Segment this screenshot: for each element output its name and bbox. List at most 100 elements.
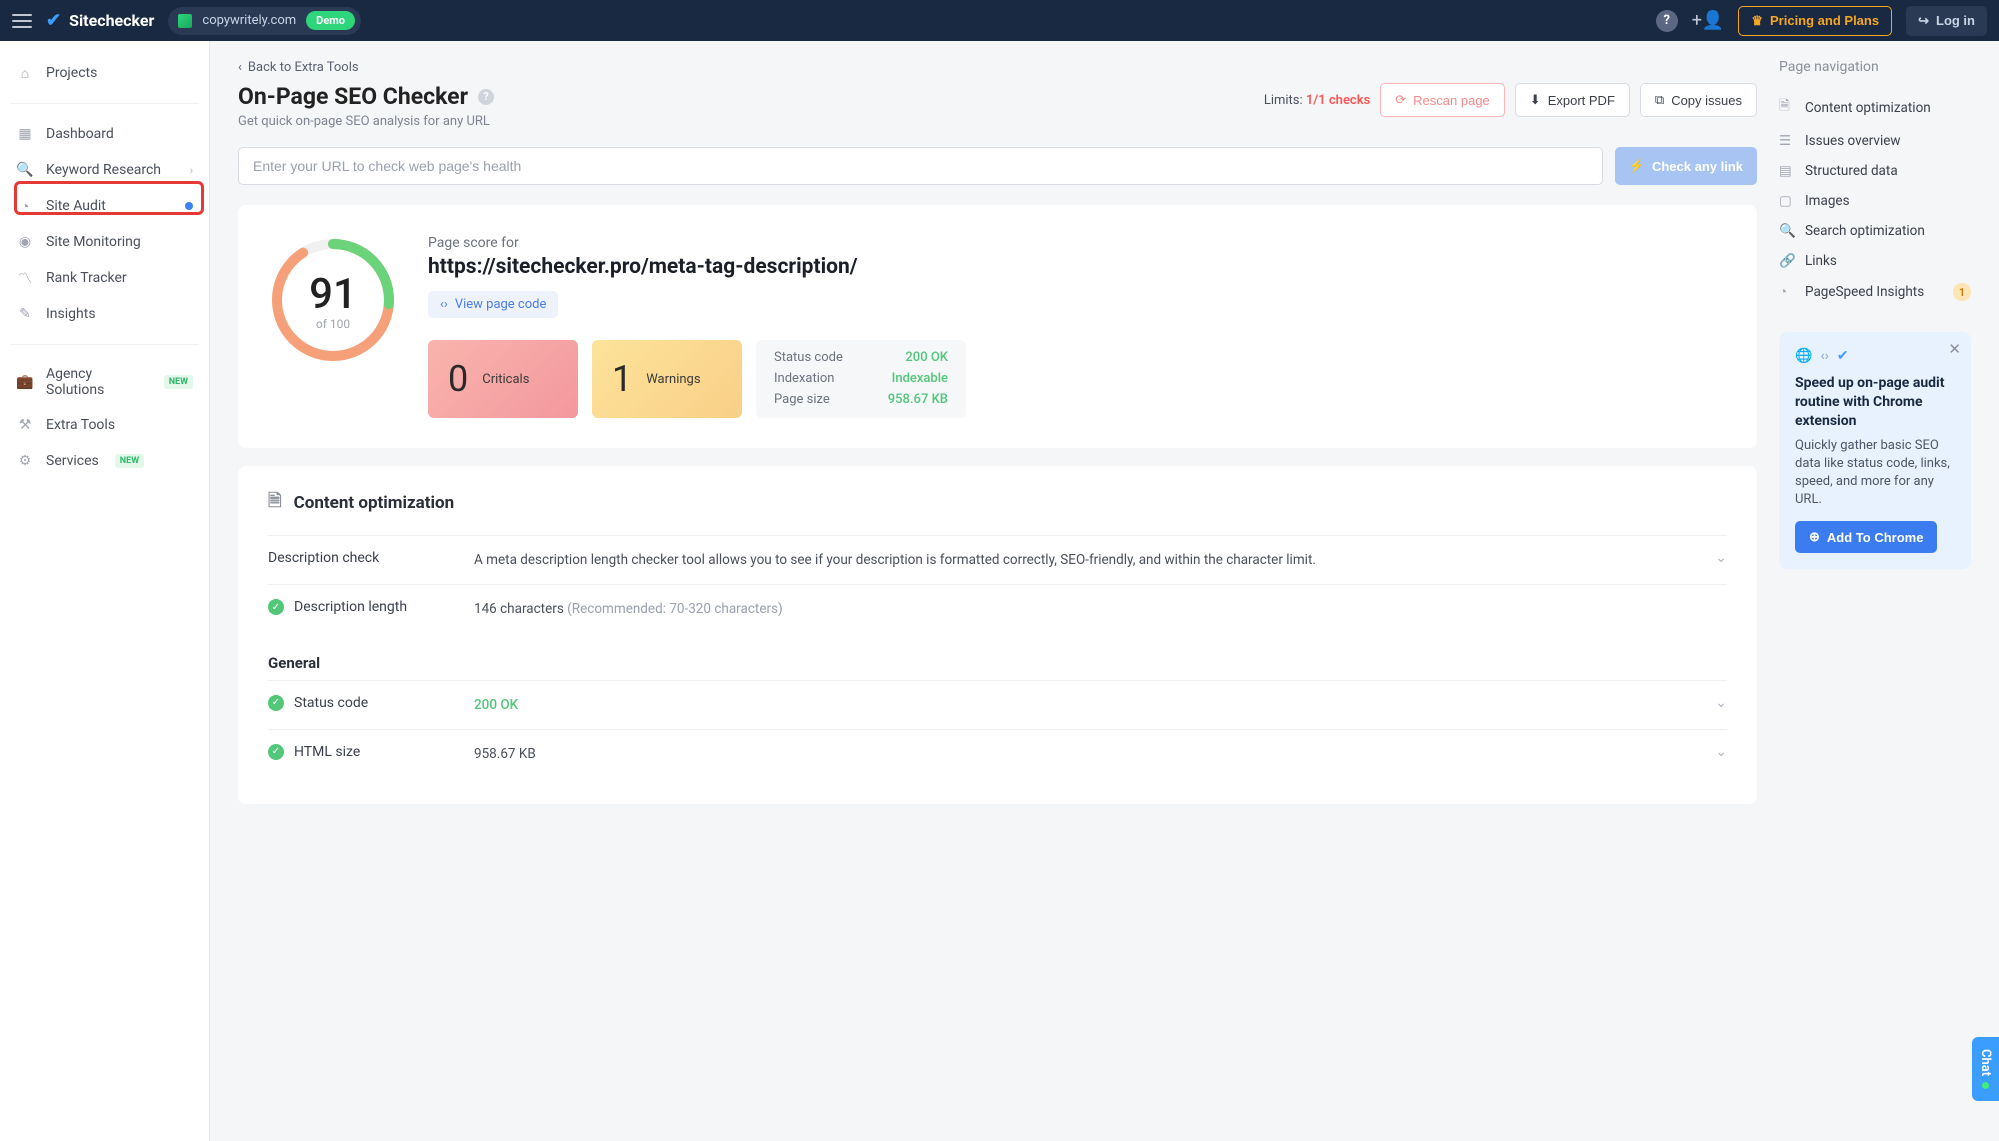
tools-icon: ⚒ — [16, 416, 34, 434]
export-label: Export PDF — [1548, 93, 1615, 108]
chevron-right-icon: › — [190, 164, 193, 177]
chevron-down-icon[interactable]: ⌄ — [1715, 550, 1727, 566]
score-gauge: 91 of 100 — [268, 235, 398, 365]
help-icon[interactable]: ? — [478, 89, 494, 105]
page-nav-search-optimization[interactable]: 🔍Search optimization — [1779, 216, 1971, 246]
page-title: On-Page SEO Checker ? — [238, 83, 494, 110]
document-icon: 🗎 — [268, 488, 282, 517]
add-user-icon[interactable]: +👤 — [1692, 10, 1725, 31]
grid-icon: ▦ — [16, 125, 34, 143]
page-nav-content-optimization[interactable]: 🗎Content optimization — [1779, 89, 1971, 126]
add-chrome-label: Add To Chrome — [1827, 530, 1924, 545]
check-ok-icon: ✓ — [268, 599, 284, 615]
check-value: 958.67 KB — [474, 744, 1689, 764]
pricing-button[interactable]: ♛ Pricing and Plans — [1738, 6, 1892, 36]
page-nav-structured-data[interactable]: ▤Structured data — [1779, 156, 1971, 186]
rescan-button[interactable]: ⟳ Rescan page — [1380, 83, 1505, 117]
link-icon: 🔗 — [1779, 253, 1795, 269]
check-description: A meta description length checker tool a… — [474, 550, 1689, 570]
general-heading: General — [268, 654, 1727, 672]
page-nav-pagespeed[interactable]: ◔PageSpeed Insights1 — [1779, 276, 1971, 308]
sidebar-label: Rank Tracker — [46, 270, 127, 286]
topbar: ✔ Sitechecker copywritely.com Demo ? +👤 … — [0, 0, 1999, 41]
sidebar-item-insights[interactable]: ✎ Insights — [0, 296, 209, 332]
speed-icon: ◔ — [1779, 284, 1795, 300]
criticals-box: 0 Criticals — [428, 340, 578, 418]
page-subtitle: Get quick on-page SEO analysis for any U… — [238, 114, 494, 129]
hamburger-icon[interactable] — [12, 14, 32, 28]
monitor-icon: ◉ — [16, 233, 34, 251]
sitechecker-icon: ✔ — [1837, 348, 1849, 364]
sidebar-label: Site Monitoring — [46, 234, 141, 250]
new-badge: NEW — [164, 375, 193, 389]
sidebar-label: Services — [46, 453, 99, 469]
page-nav-issues-overview[interactable]: ☰Issues overview — [1779, 126, 1971, 156]
sidebar-item-site-monitoring[interactable]: ◉ Site Monitoring — [0, 224, 209, 260]
site-selector[interactable]: copywritely.com Demo — [168, 7, 361, 35]
section-heading: Content optimization — [294, 493, 454, 513]
login-icon: ↪ — [1918, 13, 1929, 29]
chat-tab[interactable]: Chat — [1972, 1037, 1999, 1101]
services-icon: ⚙ — [16, 452, 34, 470]
close-icon[interactable]: ✕ — [1948, 340, 1961, 358]
online-dot-icon — [1982, 1082, 1989, 1089]
doc-icon: 🗎 — [1779, 96, 1795, 119]
score-of: of 100 — [316, 317, 350, 331]
check-label: ✓ HTML size — [268, 744, 448, 760]
sidebar-item-site-audit[interactable]: ◔ Site Audit — [0, 188, 209, 224]
demo-badge: Demo — [306, 11, 355, 30]
check-link-button[interactable]: ⚡ Check any link — [1615, 147, 1757, 185]
help-icon[interactable]: ? — [1656, 10, 1678, 32]
sidebar-item-extra-tools[interactable]: ⚒ Extra Tools — [0, 407, 209, 443]
limits-text: Limits: 1/1 checks — [1264, 93, 1370, 108]
check-ok-icon: ✓ — [268, 744, 284, 760]
check-ok-icon: ✓ — [268, 695, 284, 711]
page-nav-title: Page navigation — [1779, 59, 1971, 75]
brand-name: Sitechecker — [69, 11, 154, 30]
url-input[interactable] — [238, 147, 1603, 185]
sidebar-label: Projects — [46, 65, 97, 81]
page-nav-links[interactable]: 🔗Links — [1779, 246, 1971, 276]
site-favicon-icon — [178, 14, 192, 28]
export-pdf-button[interactable]: ⬇ Export PDF — [1515, 83, 1630, 117]
login-button[interactable]: ↪ Log in — [1906, 6, 1987, 36]
sidebar-item-services[interactable]: ⚙ Services NEW — [0, 443, 209, 479]
site-name: copywritely.com — [202, 13, 296, 28]
back-link[interactable]: ‹ Back to Extra Tools — [238, 60, 359, 75]
sidebar-item-keyword-research[interactable]: 🔍 Keyword Research › — [0, 152, 209, 188]
sidebar-item-agency[interactable]: 💼 Agency Solutions NEW — [0, 357, 209, 407]
pricing-label: Pricing and Plans — [1770, 13, 1879, 28]
criticals-count: 0 — [448, 358, 468, 400]
promo-title: Speed up on-page audit routine with Chro… — [1795, 374, 1955, 431]
score-card: 91 of 100 Page score for https://siteche… — [238, 205, 1757, 448]
home-icon: ⌂ — [16, 64, 34, 82]
view-code-label: View page code — [455, 297, 547, 312]
chat-label: Chat — [1978, 1049, 1993, 1076]
copy-issues-button[interactable]: ⧉ Copy issues — [1640, 83, 1757, 117]
criticals-label: Criticals — [482, 372, 529, 387]
logo[interactable]: ✔ Sitechecker — [46, 10, 154, 31]
notification-dot-icon — [185, 202, 193, 210]
view-page-code-button[interactable]: ‹› View page code — [428, 291, 558, 318]
promo-icons: 🌐 ‹› ✔ — [1795, 348, 1955, 364]
content-optimization-section: 🗎 Content optimization Description check… — [238, 466, 1757, 804]
chevron-left-icon: ‹ — [238, 60, 242, 75]
briefcase-icon: 💼 — [16, 373, 34, 391]
warnings-count: 1 — [612, 358, 632, 400]
copy-icon: ⧉ — [1655, 92, 1664, 108]
check-label: ✓ Description length — [268, 599, 448, 615]
score-url: https://sitechecker.pro/meta-tag-descrip… — [428, 255, 1727, 279]
crown-icon: ♛ — [1751, 13, 1763, 29]
check-label: Description check — [268, 550, 448, 566]
add-to-chrome-button[interactable]: ⊕ Add To Chrome — [1795, 521, 1937, 553]
sidebar-item-projects[interactable]: ⌂ Projects — [0, 55, 209, 91]
sidebar-label: Agency Solutions — [46, 366, 148, 398]
sidebar-item-rank-tracker[interactable]: 〽 Rank Tracker — [0, 260, 209, 296]
chevron-down-icon[interactable]: ⌄ — [1715, 744, 1727, 760]
sidebar-item-dashboard[interactable]: ▦ Dashboard — [0, 116, 209, 152]
chevron-down-icon[interactable]: ⌄ — [1715, 695, 1727, 711]
search-icon: 🔍 — [1779, 223, 1795, 239]
warnings-box: 1 Warnings — [592, 340, 742, 418]
page-nav-images[interactable]: ▢Images — [1779, 186, 1971, 216]
wand-icon: ✎ — [16, 305, 34, 323]
